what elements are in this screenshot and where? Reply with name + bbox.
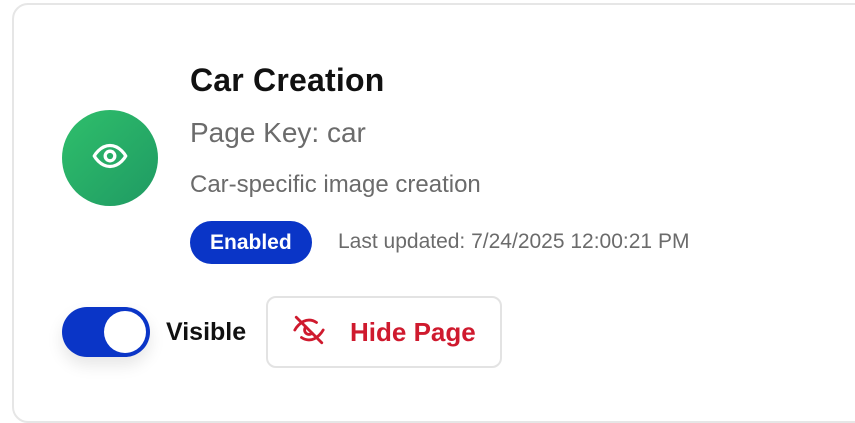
toggle-knob bbox=[104, 311, 146, 353]
avatar bbox=[62, 110, 158, 206]
page-title: Car Creation bbox=[190, 62, 385, 98]
hide-page-label: Hide Page bbox=[350, 316, 476, 347]
page-key-text: Page Key: car bbox=[190, 117, 366, 148]
status-badge: Enabled bbox=[190, 221, 312, 264]
visibility-toggle[interactable] bbox=[62, 307, 150, 357]
eye-off-icon bbox=[292, 313, 326, 352]
eye-icon bbox=[92, 138, 128, 179]
last-updated-text: Last updated: 7/24/2025 12:00:21 PM bbox=[338, 230, 690, 253]
hide-page-button[interactable]: Hide Page bbox=[266, 296, 502, 368]
page-description: Car-specific image creation bbox=[190, 171, 481, 198]
visibility-toggle-label: Visible bbox=[166, 318, 247, 346]
